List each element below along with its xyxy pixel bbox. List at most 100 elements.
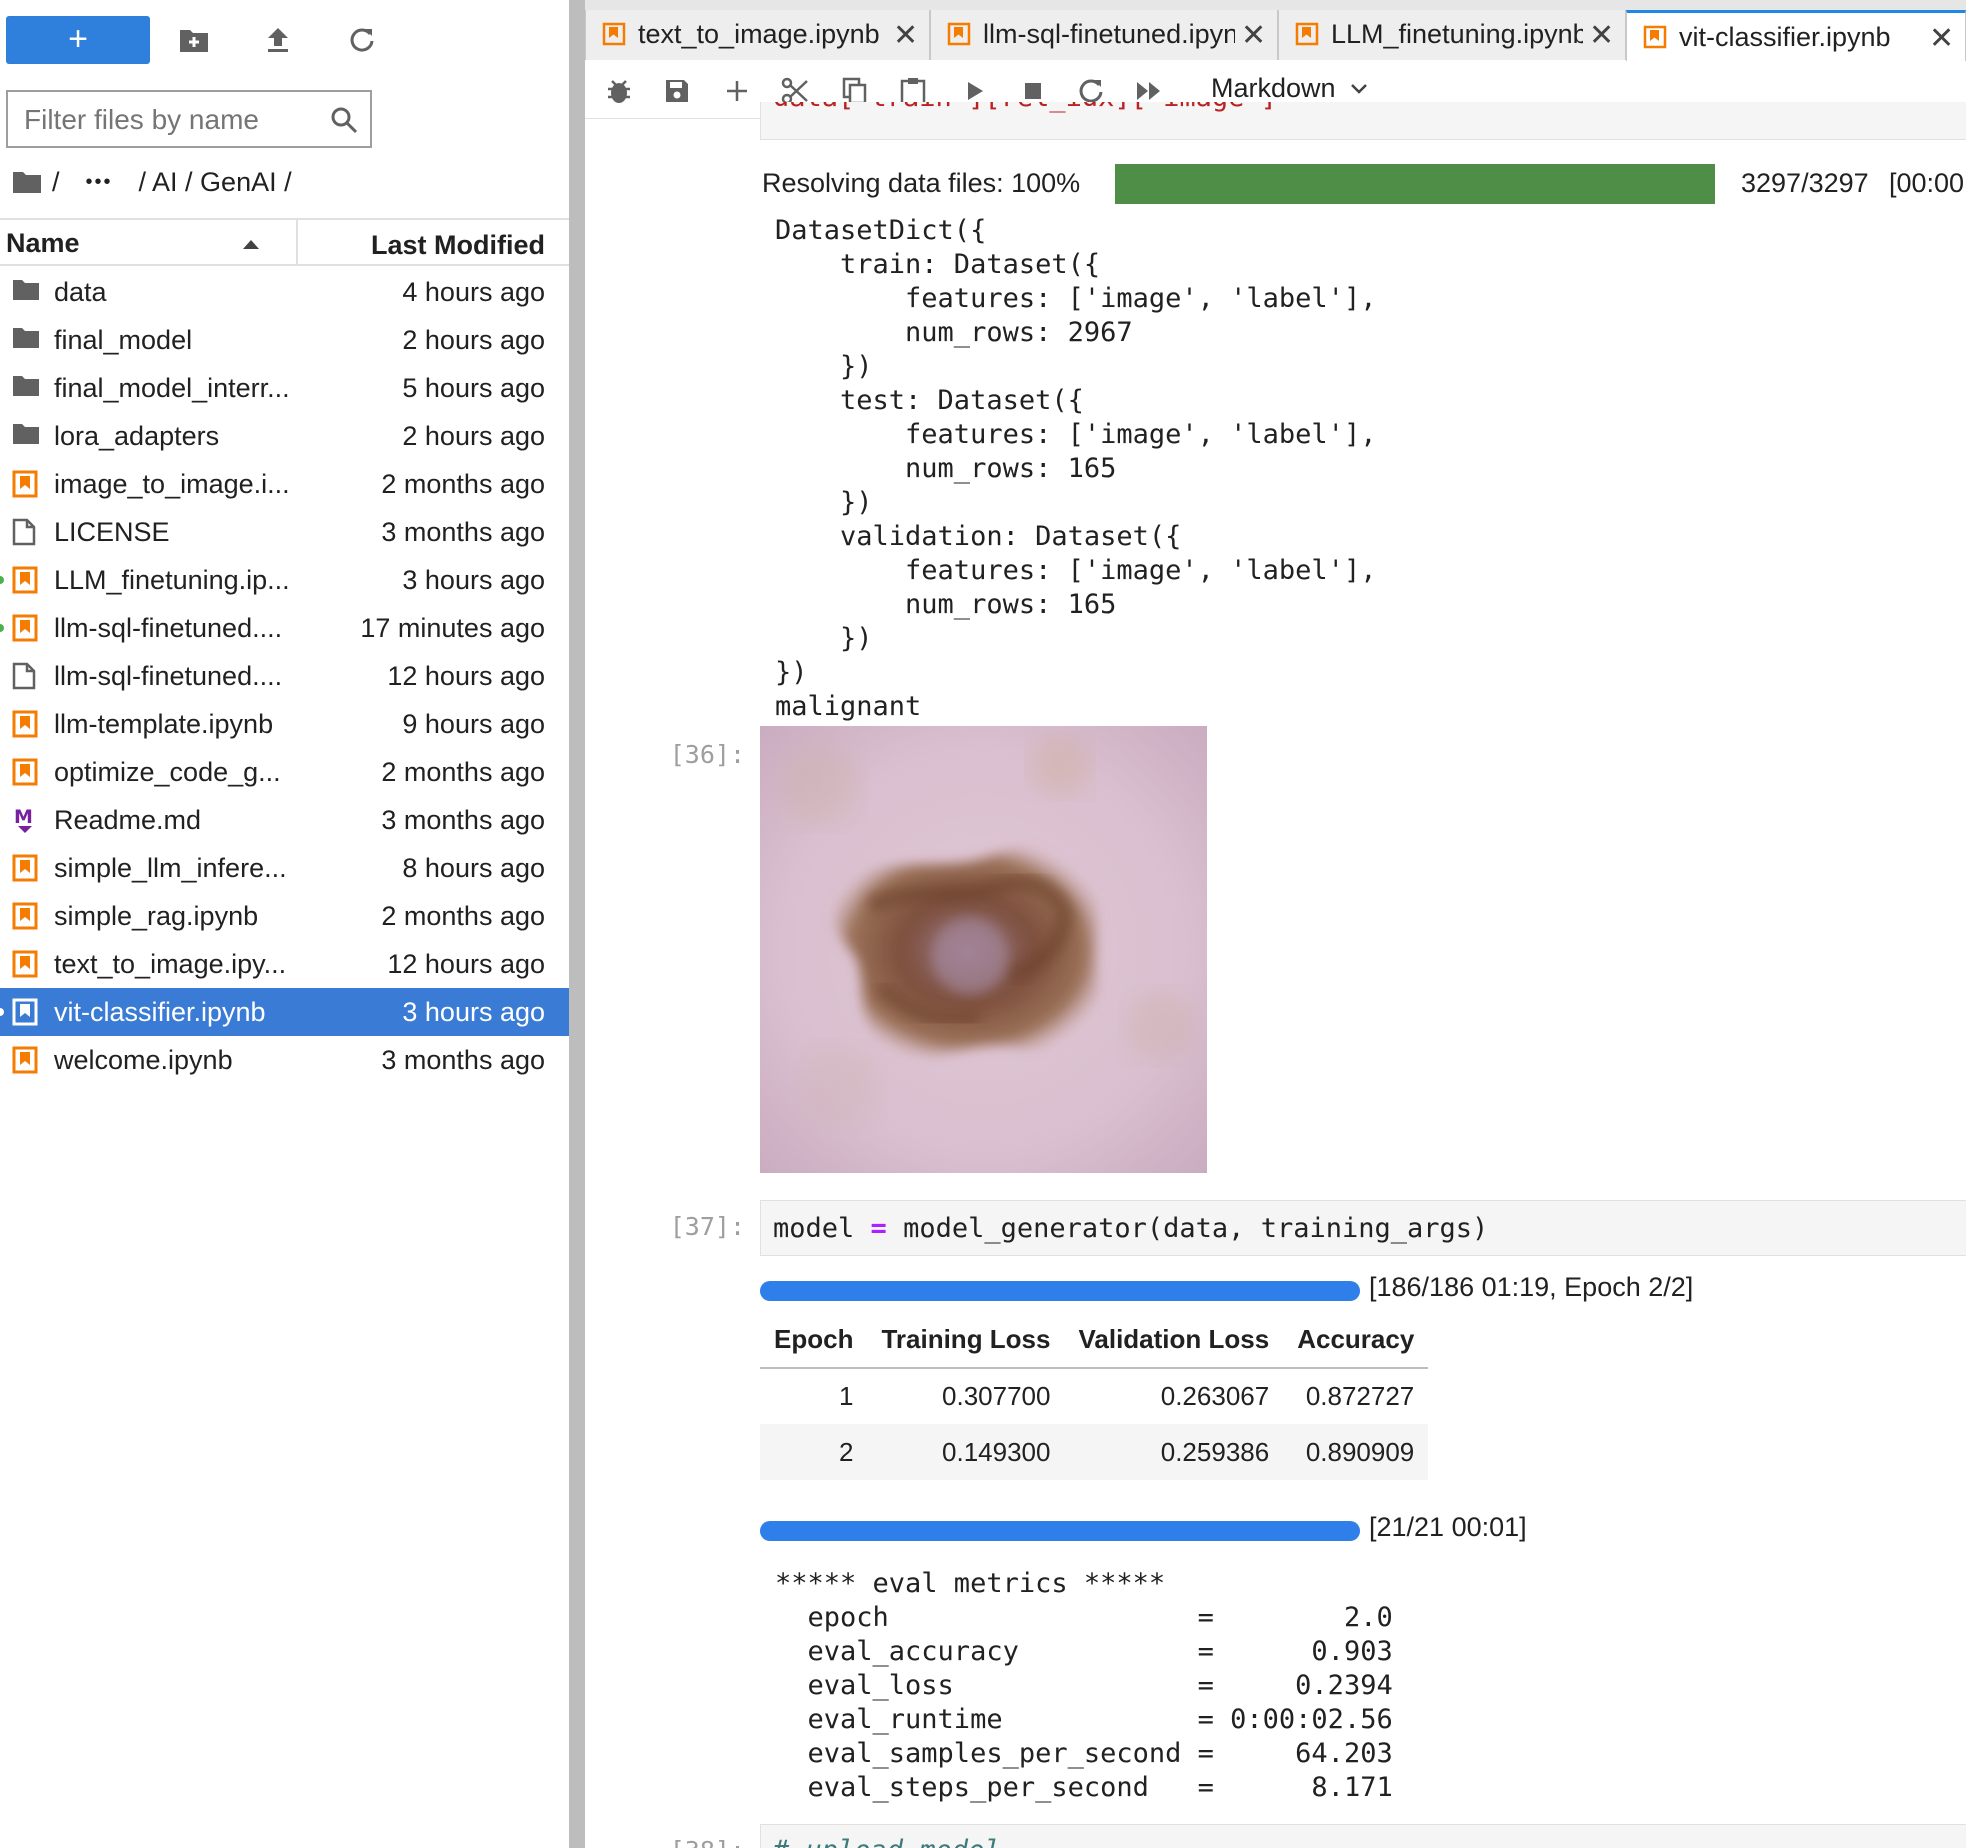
folder-icon (12, 374, 40, 402)
file-row[interactable]: llm-sql-finetuned.... 12 hours ago (0, 652, 569, 700)
file-row[interactable]: final_model_interr... 5 hours ago (0, 364, 569, 412)
resolving-label: Resolving data files: 100% (762, 168, 1081, 198)
file-modified: 2 hours ago (402, 325, 545, 355)
file-row[interactable]: M Readme.md 3 months ago (0, 796, 569, 844)
resolving-progress-fill (1115, 164, 1715, 204)
table-cell: 0.872727 (1305, 1381, 1415, 1411)
file-name: final_model (54, 325, 193, 355)
folder-icon[interactable] (12, 170, 42, 194)
code-var: model (773, 1213, 855, 1244)
new-launcher-button[interactable]: + (6, 16, 150, 64)
code-line-37: model = model_generator(data, training_a… (773, 1213, 1488, 1244)
file-modified: 2 months ago (381, 469, 545, 499)
column-header: Accuracy (1283, 1312, 1429, 1369)
code-cell-37[interactable]: model = model_generator(data, training_a… (760, 1200, 1966, 1256)
file-row[interactable]: vit-classifier.ipynb 3 hours ago (0, 988, 569, 1036)
close-icon[interactable]: ✕ (889, 18, 923, 53)
file-name: LICENSE (54, 517, 170, 547)
training-progress-bar (760, 1281, 1360, 1301)
file-row[interactable]: LICENSE 3 months ago (0, 508, 569, 556)
code-cell-input-partial[interactable]: data['train'][rel_idx]['image'] (760, 102, 1966, 140)
file-row[interactable]: llm-template.ipynb 9 hours ago (0, 700, 569, 748)
resolving-time: [00:00 (1889, 168, 1965, 198)
file-name: llm-template.ipynb (54, 709, 274, 739)
table-cell: 0.263067 (1160, 1381, 1270, 1411)
tab-llm-finetuning[interactable]: LLM_finetuning.ipynb ✕ (1278, 10, 1626, 60)
column-header: Validation Loss (1064, 1312, 1284, 1369)
breadcrumb-ellipsis[interactable]: ••• (86, 171, 113, 194)
folder-icon (12, 326, 40, 354)
notebook-icon (1643, 25, 1667, 49)
notebook-icon (12, 1046, 40, 1074)
file-row[interactable]: image_to_image.i... 2 months ago (0, 460, 569, 508)
table-header-row: Epoch Training Loss Validation Loss Accurac… (760, 1312, 1429, 1369)
search-icon[interactable] (330, 106, 358, 134)
file-row[interactable]: welcome.ipynb 3 months ago (0, 1036, 569, 1084)
add-cell-icon[interactable] (721, 75, 753, 107)
file-name: optimize_code_g... (54, 757, 281, 787)
table-body: 1 0.307700 0.263067 0.872727 2 0.149300 0.2593… (760, 1368, 1429, 1480)
close-icon[interactable]: ✕ (1585, 18, 1619, 53)
file-row[interactable]: final_model 2 hours ago (0, 316, 569, 364)
dataset-dict-output: DatasetDict({ train: Dataset({ features:… (775, 215, 1377, 688)
file-row[interactable]: optimize_code_g... 2 months ago (0, 748, 569, 796)
save-icon[interactable] (661, 75, 693, 107)
new-folder-icon[interactable] (176, 22, 212, 58)
file-name: final_model_interr... (54, 373, 290, 403)
tab-llm-sql-finetuned[interactable]: llm-sql-finetuned.ipynb ✕ (930, 10, 1278, 60)
file-name: data (54, 277, 107, 307)
debugger-icon[interactable] (603, 75, 635, 107)
name-column-header[interactable]: Name (6, 228, 80, 259)
file-name: image_to_image.i... (54, 469, 290, 499)
panel-splitter[interactable] (569, 0, 585, 1848)
cell-type-dropdown[interactable]: Markdown (1211, 73, 1368, 104)
refresh-icon[interactable] (344, 22, 380, 58)
modified-column-header[interactable]: Last Modified (371, 230, 545, 261)
table-cell: 2 (760, 1424, 868, 1480)
upload-icon[interactable] (260, 22, 296, 58)
column-header: Training Loss (867, 1312, 1065, 1369)
eval-progress-label: [21/21 00:01] (1369, 1512, 1527, 1542)
breadcrumb-path[interactable]: / AI / GenAI / (139, 167, 292, 198)
tab-vit-classifier[interactable]: vit-classifier.ipynb ✕ (1626, 10, 1966, 61)
code-comment: # upload model (773, 1835, 1001, 1848)
close-icon[interactable]: ✕ (1237, 18, 1271, 53)
file-row[interactable]: lora_adapters 2 hours ago (0, 412, 569, 460)
cell-prompt-38: [38]: (665, 1836, 745, 1848)
table-row: 2 0.149300 0.259386 0.890909 (760, 1424, 1429, 1480)
close-icon[interactable]: ✕ (1925, 21, 1959, 56)
code-cell-38[interactable]: # upload model (760, 1824, 1966, 1848)
file-row[interactable]: data 4 hours ago (0, 268, 569, 316)
running-indicator (0, 624, 4, 632)
file-row[interactable]: simple_rag.ipynb 2 months ago (0, 892, 569, 940)
file-name: llm-sql-finetuned.... (54, 613, 283, 643)
tab-text-to-image[interactable]: text_to_image.ipynb ✕ (585, 10, 930, 60)
file-name: Readme.md (54, 805, 202, 835)
file-icon (12, 518, 40, 546)
file-modified: 5 hours ago (402, 373, 545, 403)
running-indicator (0, 576, 4, 584)
file-row[interactable]: simple_llm_infere... 8 hours ago (0, 844, 569, 892)
file-modified: 4 hours ago (402, 277, 545, 307)
label-output: malignant (775, 691, 922, 722)
file-row[interactable]: llm-sql-finetuned.... 17 minutes ago (0, 604, 569, 652)
training-progress-fill (760, 1281, 1360, 1301)
svg-text:M: M (14, 806, 33, 828)
notebook-icon (1295, 22, 1319, 46)
file-modified: 3 months ago (381, 1045, 545, 1075)
file-modified: 3 hours ago (402, 565, 545, 595)
sort-ascending-icon[interactable] (242, 238, 260, 250)
table-cell: 0.307700 (942, 1381, 1051, 1411)
file-modified: 12 hours ago (387, 949, 545, 979)
training-metrics-table: Epoch Training Loss Validation Loss Accurac… (760, 1312, 1429, 1480)
column-divider[interactable] (296, 220, 298, 266)
file-row[interactable]: LLM_finetuning.ip... 3 hours ago (0, 556, 569, 604)
file-modified: 2 months ago (381, 757, 545, 787)
filter-input[interactable] (24, 100, 314, 140)
markdown-icon: M (12, 806, 40, 834)
breadcrumb-root[interactable]: / (52, 167, 60, 198)
notebook-icon (12, 566, 40, 594)
file-row[interactable]: text_to_image.ipy... 12 hours ago (0, 940, 569, 988)
tab-label: llm-sql-finetuned.ipynb (983, 19, 1235, 49)
notebook-icon (12, 470, 40, 498)
